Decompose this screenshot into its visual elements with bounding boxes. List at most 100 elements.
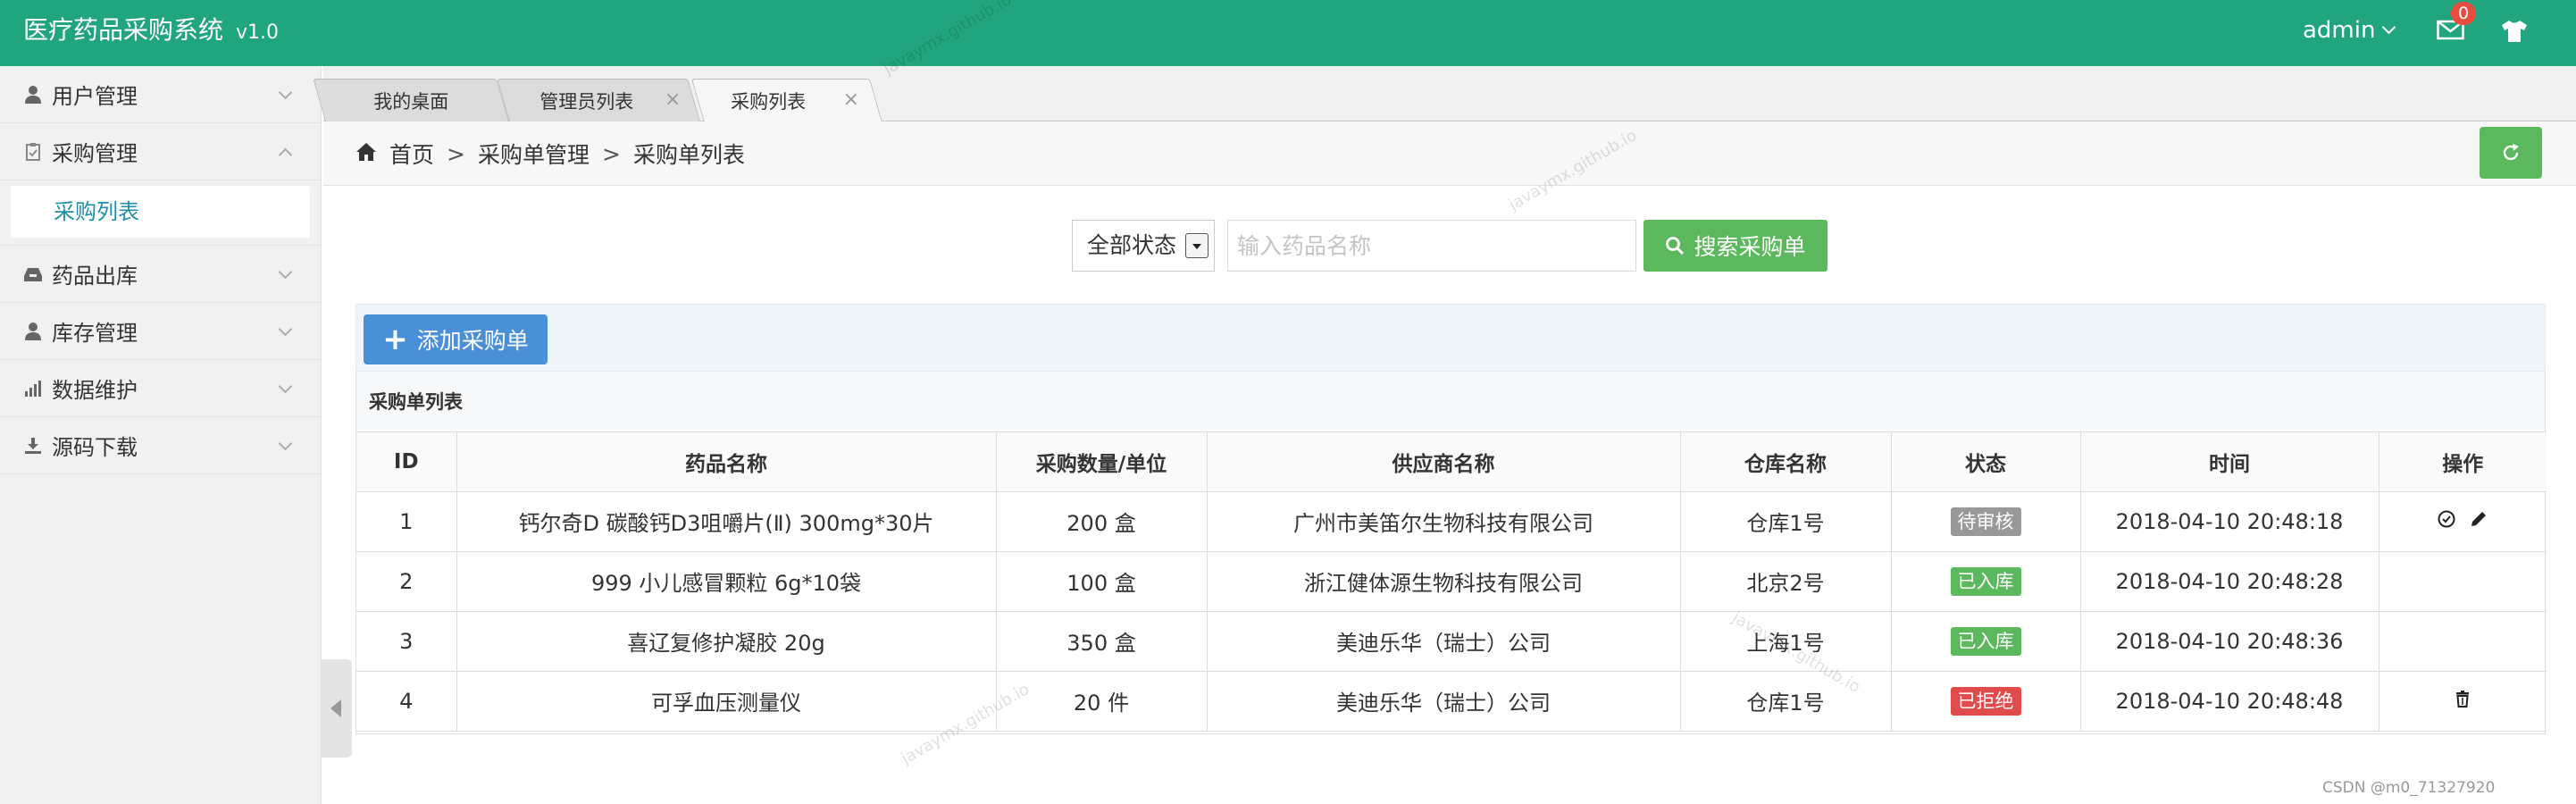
cell-id: 2	[356, 550, 457, 612]
chevron-down-icon	[278, 264, 293, 280]
cell-drug-name: 可孚血压测量仪	[456, 670, 997, 732]
chevron-down-icon[interactable]	[1185, 233, 1209, 258]
tab-label: 管理员列表	[539, 90, 634, 113]
status-badge: 已拒绝	[1950, 686, 2021, 716]
status-badge: 已入库	[1950, 626, 2021, 656]
cell-time: 2018-04-10 20:48:18	[2079, 490, 2379, 552]
sidebar-item-user-management[interactable]: 用户管理	[0, 66, 321, 123]
sidebar-item-purchase-management[interactable]: 采购管理	[0, 123, 321, 180]
close-icon[interactable]: ×	[841, 88, 861, 111]
add-button-label: 添加采购单	[416, 328, 529, 354]
sidebar-item-label: 药品出库	[52, 264, 138, 289]
purchase-order-panel: 采购单列表 ID 药品名称 采购数量/单位 供应商名称 仓库名称 状态 时间 操…	[355, 372, 2547, 734]
sidebar-item-inventory-management[interactable]: 库存管理	[0, 303, 321, 360]
cell-status: 待审核	[1890, 490, 2081, 552]
cell-warehouse: 北京2号	[1679, 550, 1892, 612]
status-badge: 已入库	[1950, 566, 2021, 596]
status-badge: 待审核	[1950, 507, 2021, 536]
table-header-row: ID 药品名称 采购数量/单位 供应商名称 仓库名称 状态 时间 操作	[356, 432, 2547, 492]
cell-time: 2018-04-10 20:48:36	[2079, 610, 2379, 672]
trash-icon[interactable]	[2453, 689, 2472, 708]
action-toolbar: + 添加采购单	[355, 304, 2546, 372]
cell-time: 2018-04-10 20:48:48	[2079, 670, 2379, 732]
cell-id: 4	[356, 670, 457, 732]
bar-chart-icon	[23, 379, 43, 398]
tab-my-desktop[interactable]: 我的桌面	[313, 79, 509, 121]
app-version: v1.0	[236, 21, 280, 44]
cell-drug-name: 钙尔奇D 碳酸钙D3咀嚼片(Ⅱ) 300mg*30片	[456, 490, 997, 552]
column-header-quantity: 采购数量/单位	[995, 432, 1208, 492]
footer-credit: CSDN @m0_71327920	[2322, 779, 2496, 797]
close-icon[interactable]: ×	[663, 88, 682, 111]
sidebar-item-label: 源码下载	[52, 435, 138, 460]
column-header-time: 时间	[2079, 432, 2379, 492]
breadcrumb: 首页 > 采购单管理 > 采购单列表	[355, 138, 745, 170]
cell-actions	[2378, 490, 2547, 552]
tab-bar: 我的桌面 管理员列表 × 采购列表 ×	[313, 66, 2576, 122]
column-header-supplier: 供应商名称	[1206, 432, 1681, 492]
breadcrumb-bar: 首页 > 采购单管理 > 采购单列表	[323, 121, 2576, 186]
pencil-icon[interactable]	[2469, 509, 2488, 529]
column-header-id: ID	[356, 432, 457, 492]
user-menu[interactable]: admin	[2303, 14, 2396, 46]
sidebar-item-data-maintenance[interactable]: 数据维护	[0, 360, 321, 417]
top-header: 医疗药品采购系统 v1.0 admin 0	[0, 0, 2576, 66]
cell-quantity: 20 件	[995, 670, 1208, 732]
panel-title: 采购单列表	[356, 372, 2545, 432]
cell-quantity: 350 盒	[995, 610, 1208, 672]
sidebar-item-purchase-list[interactable]: 采购列表	[11, 186, 310, 238]
sidebar-collapse-handle[interactable]	[322, 659, 352, 758]
cell-status: 已拒绝	[1890, 670, 2081, 732]
search-icon	[1666, 237, 1685, 255]
cell-actions	[2378, 610, 2547, 672]
user-icon	[23, 322, 43, 341]
cell-warehouse: 仓库1号	[1679, 490, 1892, 552]
breadcrumb-separator: >	[447, 140, 465, 167]
drug-name-search-input[interactable]	[1227, 220, 1636, 272]
refresh-button[interactable]	[2480, 127, 2542, 179]
column-header-warehouse: 仓库名称	[1679, 432, 1892, 492]
refresh-icon	[2503, 144, 2519, 161]
sidebar-item-label: 用户管理	[52, 84, 138, 109]
sidebar: 用户管理 采购管理 采购列表 药品出库 库存管理 数据维护 源码下载	[0, 66, 322, 804]
purchase-order-table: ID 药品名称 采购数量/单位 供应商名称 仓库名称 状态 时间 操作 1 钙尔…	[356, 432, 2547, 732]
app-title: 医疗药品采购系统 v1.0	[23, 14, 279, 49]
cell-status: 已入库	[1890, 610, 2081, 672]
cell-quantity: 100 盒	[995, 550, 1208, 612]
column-header-actions: 操作	[2378, 432, 2547, 492]
app-name: 医疗药品采购系统	[23, 15, 224, 45]
caret-left-icon	[330, 699, 341, 717]
tab-admin-list[interactable]: 管理员列表 ×	[497, 79, 700, 121]
table-row: 2 999 小儿感冒颗粒 6g*10袋 100 盒 浙江健体源生物科技有限公司 …	[356, 550, 2547, 612]
tshirt-icon[interactable]	[2501, 20, 2528, 43]
tab-purchase-list[interactable]: 采购列表 ×	[690, 79, 882, 122]
inbox-icon	[23, 264, 43, 284]
breadcrumb-purchase-management[interactable]: 采购单管理	[478, 138, 590, 170]
cell-actions	[2378, 670, 2547, 732]
chevron-down-icon	[278, 436, 293, 451]
chevron-down-icon	[278, 322, 293, 337]
clipboard-icon	[23, 142, 43, 162]
cell-quantity: 200 盒	[995, 490, 1208, 552]
download-icon	[23, 436, 43, 456]
breadcrumb-purchase-list: 采购单列表	[632, 142, 745, 168]
cell-time: 2018-04-10 20:48:28	[2079, 550, 2379, 612]
cell-supplier: 广州市美笛尔生物科技有限公司	[1206, 490, 1681, 552]
username: admin	[2303, 17, 2376, 44]
check-circle-icon[interactable]	[2437, 509, 2456, 529]
status-select[interactable]: 全部状态	[1072, 220, 1215, 272]
status-select-value: 全部状态	[1087, 232, 1177, 258]
add-purchase-order-button[interactable]: + 添加采购单	[364, 314, 548, 364]
cell-status: 已入库	[1890, 550, 2081, 612]
mail-count-badge: 0	[2451, 2, 2476, 25]
tab-label: 采购列表	[731, 91, 807, 113]
cell-supplier: 浙江健体源生物科技有限公司	[1206, 550, 1681, 612]
search-button-label: 搜索采购单	[1694, 234, 1806, 260]
sidebar-item-source-download[interactable]: 源码下载	[0, 417, 321, 474]
breadcrumb-home[interactable]: 首页	[389, 138, 434, 170]
cell-drug-name: 喜辽复修护凝胶 20g	[456, 610, 997, 672]
breadcrumb-separator: >	[601, 140, 621, 167]
sidebar-item-drug-outbound[interactable]: 药品出库	[0, 246, 321, 303]
search-button[interactable]: 搜索采购单	[1643, 220, 1827, 272]
cell-id: 3	[356, 610, 457, 672]
